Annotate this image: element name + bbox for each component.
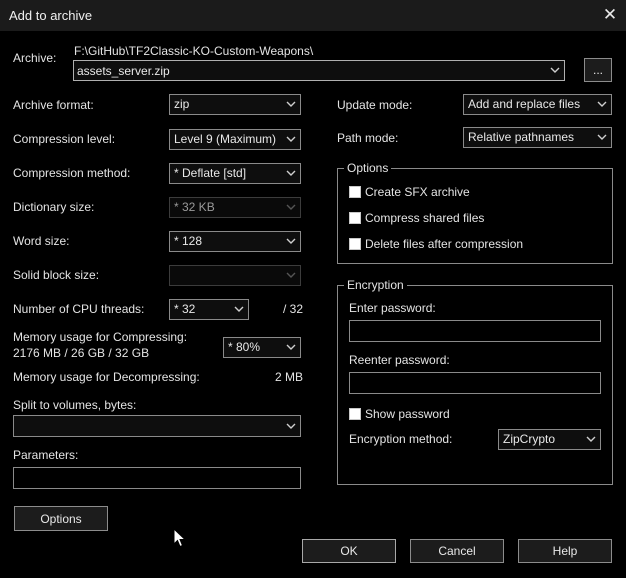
mouse-pointer-icon [173, 528, 186, 548]
chevron-down-icon[interactable] [286, 423, 296, 430]
path-mode-label: Path mode: [337, 131, 399, 145]
path-mode-value: Relative pathnames [468, 130, 575, 144]
reenter-password-field[interactable] [349, 372, 601, 394]
compress-shared-checkbox[interactable] [349, 212, 361, 224]
split-volumes-input[interactable] [14, 416, 280, 436]
cpu-threads-select[interactable]: * 32 [169, 299, 249, 320]
archive-format-value: zip [174, 97, 190, 111]
options-group-legend: Options [344, 161, 392, 175]
encryption-method-value: ZipCrypto [503, 432, 556, 446]
close-icon[interactable]: ✕ [599, 4, 621, 26]
reenter-password-label: Reenter password: [349, 353, 450, 367]
chevron-down-icon[interactable] [286, 344, 296, 351]
compression-level-label: Compression level: [13, 132, 116, 146]
solid-block-size-select [169, 265, 301, 286]
title-bar: Add to archive ✕ [0, 0, 626, 31]
archive-filename-input[interactable] [74, 61, 544, 80]
dictionary-size-label: Dictionary size: [13, 200, 95, 214]
update-mode-value: Add and replace files [468, 97, 581, 111]
show-password-label[interactable]: Show password [365, 407, 450, 421]
update-mode-select[interactable]: Add and replace files [463, 94, 612, 115]
chevron-down-icon[interactable] [586, 436, 596, 443]
compression-method-select[interactable]: * Deflate [std] [169, 163, 301, 184]
window-title: Add to archive [9, 8, 93, 23]
memory-decompress-label: Memory usage for Decompressing: [13, 370, 200, 384]
chevron-down-icon[interactable] [286, 136, 296, 143]
compression-method-value: * Deflate [std] [174, 166, 247, 180]
parameters-field[interactable] [13, 467, 301, 489]
parameters-label: Parameters: [13, 448, 79, 462]
archive-format-label: Archive format: [13, 98, 94, 112]
compression-level-select[interactable]: Level 9 (Maximum) [169, 129, 301, 150]
solid-block-size-label: Solid block size: [13, 268, 100, 282]
parameters-input[interactable] [14, 468, 300, 488]
compression-level-value: Level 9 (Maximum) [174, 132, 277, 146]
chevron-down-icon[interactable] [286, 238, 296, 245]
word-size-select[interactable]: * 128 [169, 231, 301, 252]
archive-label: Archive: [13, 51, 57, 65]
memory-compress-label: Memory usage for Compressing: [13, 330, 188, 344]
browse-button[interactable]: ... [584, 58, 612, 82]
compress-shared-label[interactable]: Compress shared files [365, 211, 484, 225]
delete-after-label[interactable]: Delete files after compression [365, 237, 523, 251]
dictionary-size-select: * 32 KB [169, 197, 301, 218]
split-volumes-combo[interactable] [13, 415, 301, 437]
update-mode-label: Update mode: [337, 98, 413, 112]
ok-button[interactable]: OK [302, 539, 396, 563]
create-sfx-checkbox[interactable] [349, 186, 361, 198]
delete-after-checkbox[interactable] [349, 238, 361, 250]
archive-format-select[interactable]: zip [169, 94, 301, 115]
compression-method-label: Compression method: [13, 166, 131, 180]
split-volumes-label: Split to volumes, bytes: [13, 398, 137, 412]
chevron-down-icon[interactable] [286, 101, 296, 108]
archive-filename-combo[interactable] [73, 60, 565, 81]
memory-compress-select[interactable]: * 80% [223, 337, 301, 358]
word-size-label: Word size: [13, 234, 70, 248]
enter-password-label: Enter password: [349, 301, 436, 315]
show-password-checkbox[interactable] [349, 408, 361, 420]
enter-password-field[interactable] [349, 320, 601, 342]
enter-password-input[interactable] [350, 321, 600, 341]
options-button[interactable]: Options [14, 506, 108, 531]
encryption-method-label: Encryption method: [349, 432, 453, 446]
cpu-threads-label: Number of CPU threads: [13, 302, 145, 316]
path-mode-select[interactable]: Relative pathnames [463, 127, 612, 148]
chevron-down-icon[interactable] [286, 170, 296, 177]
memory-decompress-value: 2 MB [275, 370, 304, 384]
chevron-down-icon[interactable] [597, 101, 607, 108]
encryption-group-legend: Encryption [344, 278, 407, 292]
word-size-value: * 128 [174, 234, 203, 248]
cancel-button[interactable]: Cancel [410, 539, 504, 563]
dictionary-size-value: * 32 KB [174, 200, 215, 214]
cpu-threads-max: / 32 [283, 302, 304, 316]
chevron-down-icon[interactable] [234, 306, 244, 313]
archive-path: F:\GitHub\TF2Classic-KO-Custom-Weapons\ [74, 44, 314, 58]
chevron-down-icon[interactable] [550, 67, 560, 74]
cpu-threads-value: * 32 [174, 302, 196, 316]
memory-compress-value: * 80% [228, 340, 261, 354]
reenter-password-input[interactable] [350, 373, 600, 393]
chevron-down-icon [286, 272, 296, 278]
chevron-down-icon [286, 204, 296, 210]
help-button[interactable]: Help [518, 539, 612, 563]
create-sfx-label[interactable]: Create SFX archive [365, 185, 470, 199]
memory-compress-detail: 2176 MB / 26 GB / 32 GB [13, 346, 150, 360]
encryption-method-select[interactable]: ZipCrypto [498, 429, 601, 450]
chevron-down-icon[interactable] [597, 134, 607, 141]
